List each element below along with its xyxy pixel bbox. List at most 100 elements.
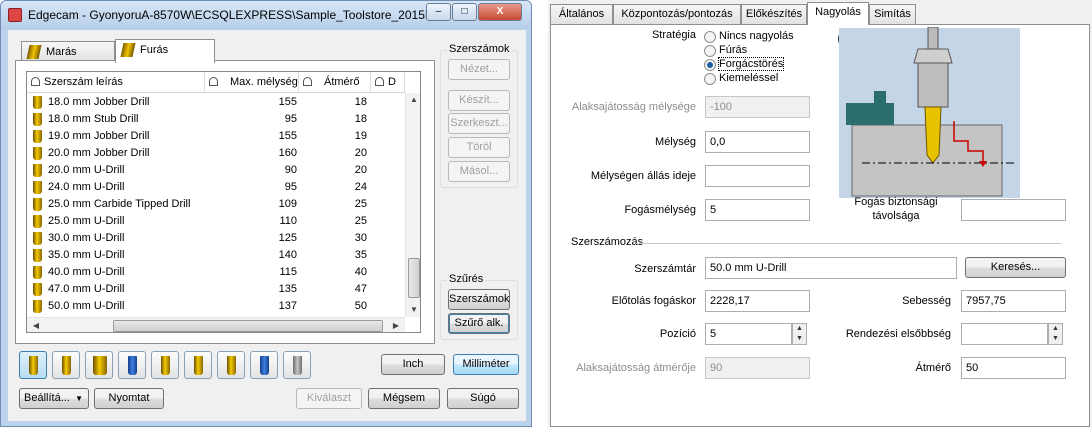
column-header-max-depth[interactable]: Max. mélység <box>205 72 299 93</box>
spin-up-icon[interactable]: ▲ <box>1049 324 1062 334</box>
radio-peck-label: Kiemeléssel <box>719 72 779 84</box>
column-header-diameter[interactable]: Átmérő <box>299 72 371 93</box>
feed-field[interactable]: 2228,17 <box>705 290 810 312</box>
cut-depth-field[interactable]: 5 <box>705 199 810 221</box>
szures-group: Szűrés Szerszámok Szűrő alk. <box>440 273 518 340</box>
diameter-cell: 47 <box>354 283 367 295</box>
max-depth-cell: 160 <box>278 147 297 159</box>
help-button[interactable]: Súgó <box>447 388 519 409</box>
safety-distance-field[interactable] <box>961 199 1066 221</box>
tap-type-button[interactable] <box>85 351 113 379</box>
vertical-scroll-thumb[interactable] <box>408 258 420 298</box>
table-row[interactable]: 40.0 mm U-Drill 115 40 <box>27 264 405 281</box>
depth-field[interactable]: 0,0 <box>705 131 810 153</box>
table-row[interactable]: 20.0 mm U-Drill 90 20 <box>27 162 405 179</box>
max-depth-cell: 95 <box>284 113 297 125</box>
spin-up-icon[interactable]: ▲ <box>793 324 806 334</box>
filter-tools-button[interactable]: Szerszámok <box>448 289 510 310</box>
holder-type-button[interactable] <box>283 351 311 379</box>
table-row[interactable]: 25.0 mm Carbide Tipped Drill 109 25 <box>27 196 405 213</box>
table-row[interactable]: 30.0 mm U-Drill 125 30 <box>27 230 405 247</box>
max-depth-cell: 125 <box>278 232 297 244</box>
diameter-cell: 20 <box>354 147 367 159</box>
dropdown-arrow-icon: ▼ <box>75 394 83 403</box>
tab-nagyolas[interactable]: Nagyolás <box>807 2 869 25</box>
copy-button[interactable]: Másol... <box>448 161 510 182</box>
scroll-left-icon[interactable]: ◀ <box>29 321 43 330</box>
drill-icon <box>33 215 42 228</box>
scroll-down-icon[interactable]: ▼ <box>407 305 420 314</box>
table-row[interactable]: 25.0 mm U-Drill 110 25 <box>27 213 405 230</box>
center-drill-type-button[interactable] <box>118 351 146 379</box>
spot-drill-type-button[interactable] <box>151 351 179 379</box>
radio-drilling[interactable] <box>704 45 716 57</box>
tab-simitas[interactable]: Simítás <box>869 4 916 24</box>
boring-bar-type-button[interactable] <box>250 351 278 379</box>
search-button[interactable]: Keresés... <box>965 257 1066 278</box>
table-row[interactable]: 18.0 mm Jobber Drill 155 18 <box>27 94 405 111</box>
maximize-button[interactable]: □ <box>452 3 477 21</box>
tab-maras-label: Marás <box>46 46 77 58</box>
horizontal-scroll-thumb[interactable] <box>113 320 383 332</box>
dialog-client: Marás Furás Szerszám leírás Max. mélység… <box>8 30 526 421</box>
vertical-scrollbar[interactable]: ▲ ▼ <box>405 93 420 317</box>
table-row[interactable]: 18.0 mm Stub Drill 95 18 <box>27 111 405 128</box>
settings-label: Beállítá... <box>24 392 70 404</box>
reamer-type-button[interactable] <box>52 351 80 379</box>
minimize-button[interactable]: – <box>426 3 451 21</box>
cancel-button[interactable]: Mégsem <box>368 388 440 409</box>
title-bar[interactable]: Edgecam - GyonyoruA-8570W\ECSQLEXPRESS\S… <box>1 1 531 29</box>
depth-label: Mélység <box>655 136 696 148</box>
horizontal-scrollbar[interactable]: ◀ ▶ <box>27 317 405 332</box>
tool-list[interactable]: Szerszám leírás Max. mélység Átmérő D 18… <box>26 71 421 333</box>
table-row[interactable]: 50.0 mm U-Drill 137 50 <box>27 298 405 315</box>
edgecam-app-icon <box>8 8 22 22</box>
view-button[interactable]: Nézet... <box>448 59 510 80</box>
radio-peck[interactable] <box>704 73 716 85</box>
table-row[interactable]: 20.0 mm Jobber Drill 160 20 <box>27 145 405 162</box>
column-header-d[interactable]: D <box>371 72 405 93</box>
column-header-description[interactable]: Szerszám leírás <box>27 72 205 93</box>
settings-dropdown[interactable]: Beállítá... ▼ <box>19 388 89 409</box>
print-button[interactable]: Nyomtat <box>94 388 164 409</box>
delete-button[interactable]: Töröl <box>448 137 510 158</box>
scroll-right-icon[interactable]: ▶ <box>389 321 403 330</box>
create-button[interactable]: Készít... <box>448 90 510 111</box>
diameter-field[interactable]: 50 <box>961 357 1066 379</box>
tab-elokeszites[interactable]: Előkészítés <box>741 4 807 24</box>
millimeter-button[interactable]: Milliméter <box>453 354 519 375</box>
table-row[interactable]: 35.0 mm U-Drill 140 35 <box>27 247 405 264</box>
radio-chip-break[interactable] <box>704 59 716 71</box>
countersink-icon <box>194 356 203 375</box>
tool-library-field[interactable]: 50.0 mm U-Drill <box>705 257 957 279</box>
countersink-type-button[interactable] <box>184 351 212 379</box>
edit-button[interactable]: Szerkeszt... <box>448 113 510 134</box>
priority-field[interactable] <box>961 323 1048 345</box>
table-row[interactable]: 47.0 mm U-Drill 135 47 <box>27 281 405 298</box>
tab-altalanos[interactable]: Általános <box>550 4 613 24</box>
speed-field[interactable]: 7957,75 <box>961 290 1066 312</box>
feed-label: Előtolás fogáskor <box>611 295 696 307</box>
radio-no-roughing[interactable] <box>704 31 716 43</box>
drill-type-button[interactable] <box>19 351 47 379</box>
position-spinner[interactable]: ▲ ▼ <box>792 323 807 345</box>
spin-down-icon[interactable]: ▼ <box>1049 334 1062 344</box>
inch-button[interactable]: Inch <box>381 354 445 375</box>
position-field[interactable]: 5 <box>705 323 792 345</box>
tab-furas[interactable]: Furás <box>115 39 215 63</box>
close-button[interactable]: X <box>478 3 522 21</box>
radio-no-roughing-label: Nincs nagyolás <box>719 30 794 42</box>
priority-spinner[interactable]: ▲ ▼ <box>1048 323 1063 345</box>
table-row[interactable]: 19.0 mm Jobber Drill 155 19 <box>27 128 405 145</box>
dwell-field[interactable] <box>705 165 810 187</box>
tab-kozpontozas[interactable]: Központozás/pontozás <box>613 4 741 24</box>
diameter-label: Átmérő <box>915 362 951 374</box>
feature-diameter-label: Alaksajátosság átmérője <box>576 362 696 374</box>
table-row[interactable]: 24.0 mm U-Drill 95 24 <box>27 179 405 196</box>
center-drill-icon <box>128 356 137 375</box>
spin-down-icon[interactable]: ▼ <box>793 334 806 344</box>
apply-filter-button[interactable]: Szűrő alk. <box>448 313 510 334</box>
scroll-up-icon[interactable]: ▲ <box>407 95 420 104</box>
select-button[interactable]: Kiválaszt <box>296 388 362 409</box>
step-drill-type-button[interactable] <box>217 351 245 379</box>
